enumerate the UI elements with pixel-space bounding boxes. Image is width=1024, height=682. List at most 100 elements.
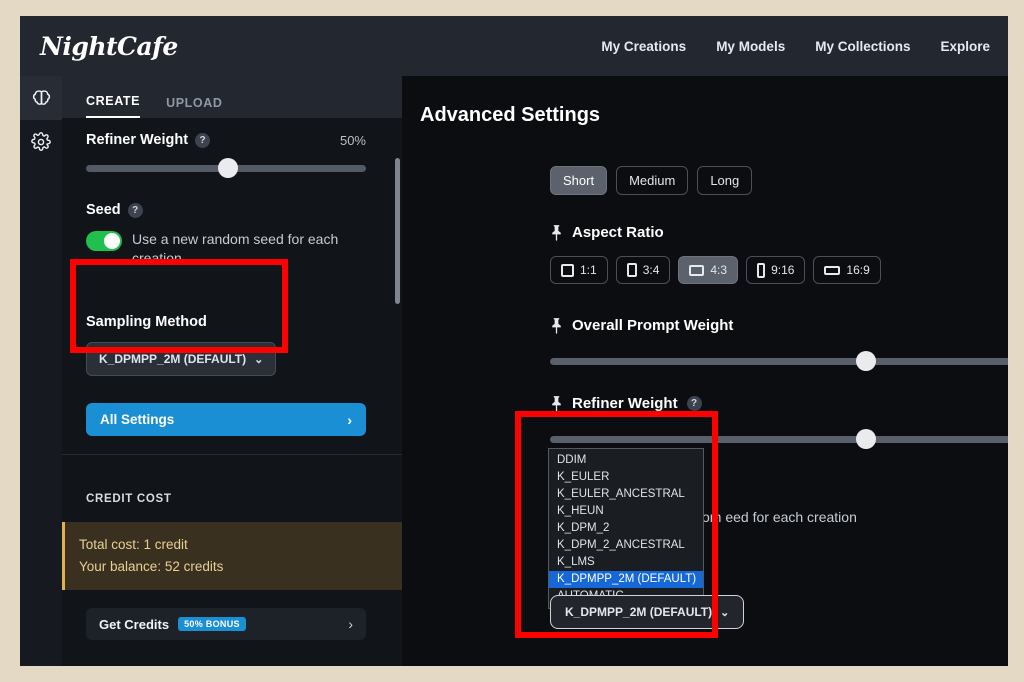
overall-prompt-weight-title: Overall Prompt Weight [572, 317, 734, 334]
sampling-method-label: Sampling Method [86, 314, 207, 330]
aspect-ratio-4-3[interactable]: 4:3 [678, 256, 739, 284]
aspect-ratio-1-1[interactable]: 1:1 [550, 256, 608, 284]
help-icon[interactable]: ? [195, 132, 211, 148]
refiner-weight-label: Refiner Weight [86, 132, 189, 148]
top-bar: NightCafe My Creations My Models My Coll… [20, 16, 1008, 76]
sampling-method-select-right[interactable]: K_DPMPP_2M (DEFAULT) ⌄ [550, 595, 745, 629]
aspect-ratio-label: 1:1 [580, 263, 597, 277]
aspect-ratio-label: 3:4 [642, 263, 660, 277]
length-option-short[interactable]: Short [550, 166, 608, 195]
aspect-ratio-label: 16:9 [846, 263, 870, 277]
sampling-method-select[interactable]: K_DPMPP_2M (DEFAULT) ⌄ [86, 342, 277, 376]
prompt-length-group: Short Medium Long [550, 166, 753, 195]
rail-item-create[interactable] [20, 76, 62, 120]
divider [62, 454, 402, 455]
aspect-ratio-group: Aspect Ratio 1:1 3:4 4:3 9:16 16:9 [550, 224, 881, 284]
aspect-ratio-label: 4:3 [710, 263, 728, 277]
wide-shape-icon [824, 265, 841, 275]
portrait-shape-icon [626, 263, 637, 277]
left-panel-body: Refiner Weight ? 50% Seed ? Use a new ra… [62, 118, 402, 666]
nightcafe-logo[interactable]: NightCafe [40, 32, 178, 61]
slider-thumb[interactable] [855, 351, 876, 371]
length-option-long[interactable]: Long [697, 166, 753, 195]
aspect-ratio-options: 1:1 3:4 4:3 9:16 16:9 [550, 256, 881, 284]
square-shape-icon [561, 263, 574, 277]
total-cost-text: Total cost: 1 credit [79, 537, 188, 552]
aspect-ratio-header: Aspect Ratio [550, 224, 881, 241]
nav-my-creations[interactable]: My Creations [601, 39, 686, 54]
tab-upload[interactable]: UPLOAD [166, 96, 222, 118]
refiner-weight-slider[interactable] [86, 158, 366, 178]
credit-cost-heading: CREDIT COST [86, 493, 172, 505]
chevron-right-icon: › [348, 616, 353, 632]
sampling-method-value-right: K_DPMPP_2M (DEFAULT) [565, 605, 713, 619]
slider-track [550, 358, 1008, 365]
pin-icon[interactable] [550, 317, 563, 334]
chevron-down-icon: ⌄ [254, 353, 264, 366]
panel-tabs: CREATE UPLOAD [62, 76, 402, 118]
dropdown-option-k-dpmpp-2m[interactable]: K_DPMPP_2M (DEFAULT) [549, 571, 703, 588]
refiner-weight-slider-right[interactable] [550, 429, 1008, 449]
get-credits-button[interactable]: Get Credits 50% BONUS › [86, 608, 366, 640]
refiner-weight-value: 50% [339, 132, 366, 148]
refiner-weight-header-right: Refiner Weight ? [550, 395, 1008, 412]
refiner-weight-group-right: Refiner Weight ? [550, 395, 1008, 449]
brain-icon [31, 88, 52, 109]
balance-text: Your balance: 52 credits [79, 559, 224, 574]
dropdown-option-k-lms[interactable]: K_LMS [549, 554, 703, 571]
overall-prompt-weight-slider[interactable] [550, 351, 1008, 371]
advanced-settings-panel: Advanced Settings Short Medium Long Aspe… [402, 76, 1008, 666]
chevron-right-icon: › [347, 411, 352, 428]
seed-group: Seed ? Use a new random seed for each cr… [86, 202, 376, 268]
length-option-medium[interactable]: Medium [616, 166, 689, 195]
overall-prompt-weight-header: Overall Prompt Weight [550, 317, 1008, 334]
top-navigation: My Creations My Models My Collections Ex… [601, 39, 990, 54]
slider-thumb[interactable] [855, 429, 876, 449]
seed-header: Seed ? [86, 202, 376, 218]
dropdown-option-k-euler-ancestral[interactable]: K_EULER_ANCESTRAL [549, 486, 703, 503]
pin-icon[interactable] [550, 224, 563, 241]
refiner-weight-group: Refiner Weight ? 50% [86, 132, 366, 178]
help-icon[interactable]: ? [686, 396, 702, 411]
icon-rail [20, 76, 62, 666]
refiner-weight-title: Refiner Weight [572, 395, 678, 412]
nightcafe-app-window: NightCafe My Creations My Models My Coll… [20, 16, 1008, 666]
seed-label: Seed [86, 202, 121, 218]
pin-icon[interactable] [550, 395, 563, 412]
dropdown-option-ddim[interactable]: DDIM [549, 452, 703, 469]
all-settings-button[interactable]: All Settings › [86, 403, 366, 436]
refiner-weight-header: Refiner Weight ? 50% [86, 132, 366, 148]
overall-prompt-weight-group: Overall Prompt Weight [550, 317, 1008, 371]
dropdown-option-k-heun[interactable]: K_HEUN [549, 503, 703, 520]
left-settings-panel: CREATE UPLOAD Refiner Weight ? 50% Seed [62, 76, 402, 666]
left-panel-scrollbar[interactable] [395, 158, 400, 304]
aspect-ratio-16-9[interactable]: 16:9 [813, 256, 881, 284]
help-icon[interactable]: ? [127, 202, 143, 218]
sampling-method-group: Sampling Method K_DPMPP_2M (DEFAULT) ⌄ [86, 314, 277, 376]
chevron-down-icon: ⌄ [720, 606, 730, 619]
aspect-ratio-label: 9:16 [771, 263, 795, 277]
dropdown-option-k-dpm-2-ancestral[interactable]: K_DPM_2_ANCESTRAL [549, 537, 703, 554]
tab-create[interactable]: CREATE [86, 94, 141, 118]
random-seed-toggle[interactable] [86, 231, 122, 251]
all-settings-label: All Settings [100, 412, 175, 427]
rail-item-settings[interactable] [20, 120, 62, 164]
nav-my-models[interactable]: My Models [716, 39, 785, 54]
dropdown-option-k-euler[interactable]: K_EULER [549, 469, 703, 486]
nav-explore[interactable]: Explore [940, 39, 990, 54]
tall-shape-icon [757, 262, 766, 278]
aspect-ratio-3-4[interactable]: 3:4 [615, 256, 671, 284]
seed-toggle-row: Use a new random seed for each creation [86, 230, 376, 268]
dropdown-option-k-dpm-2[interactable]: K_DPM_2 [549, 520, 703, 537]
occluded-seed-text: om eed for each creation [702, 509, 857, 525]
landscape-shape-icon [689, 264, 705, 276]
nav-my-collections[interactable]: My Collections [815, 39, 910, 54]
slider-track [550, 436, 1008, 443]
random-seed-label: Use a new random seed for each creation [132, 231, 339, 266]
sampling-method-dropdown-list[interactable]: DDIM K_EULER K_EULER_ANCESTRAL K_HEUN K_… [548, 448, 704, 609]
aspect-ratio-9-16[interactable]: 9:16 [746, 256, 806, 284]
credit-cost-box: Total cost: 1 credit Your balance: 52 cr… [62, 522, 402, 590]
gear-icon [31, 132, 51, 152]
slider-thumb[interactable] [217, 158, 238, 178]
aspect-ratio-title: Aspect Ratio [572, 224, 664, 241]
